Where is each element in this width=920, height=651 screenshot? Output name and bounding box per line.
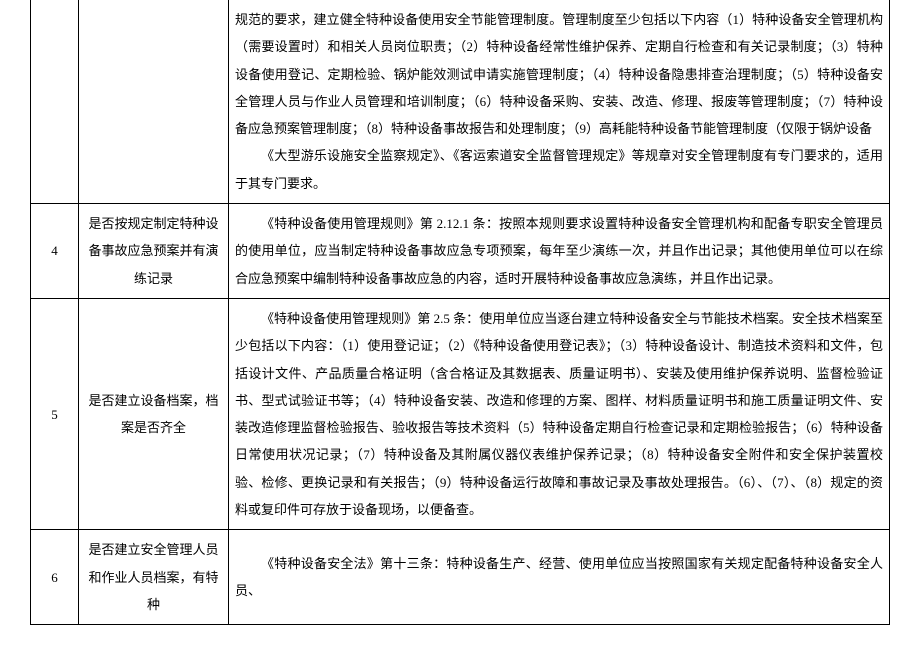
description-paragraph: 《大型游乐设施安全监察规定》、《客运索道安全监督管理规定》等规章对安全管理制度有… [235,142,883,197]
row-label: 是否按规定制定特种设备事故应急预案并有演练记录 [79,204,229,299]
row-label [79,0,229,204]
row-number: 4 [31,204,79,299]
table-row: 规范的要求，建立健全特种设备使用安全节能管理制度。管理制度至少包括以下内容（1）… [31,0,890,204]
row-description: 规范的要求，建立健全特种设备使用安全节能管理制度。管理制度至少包括以下内容（1）… [229,0,890,204]
table-row: 6是否建立安全管理人员和作业人员档案，有特种《特种设备安全法》第十三条：特种设备… [31,530,890,625]
description-paragraph: 《特种设备安全法》第十三条：特种设备生产、经营、使用单位应当按照国家有关规定配备… [235,550,883,605]
table-row: 4是否按规定制定特种设备事故应急预案并有演练记录《特种设备使用管理规则》第 2.… [31,204,890,299]
regulation-table: 规范的要求，建立健全特种设备使用安全节能管理制度。管理制度至少包括以下内容（1）… [30,0,890,625]
row-number: 6 [31,530,79,625]
row-number [31,0,79,204]
row-description: 《特种设备使用管理规则》第 2.12.1 条：按照本规则要求设置特种设备安全管理… [229,204,890,299]
row-number: 5 [31,298,79,529]
row-label: 是否建立安全管理人员和作业人员档案，有特种 [79,530,229,625]
row-label: 是否建立设备档案，档案是否齐全 [79,298,229,529]
description-paragraph: 《特种设备使用管理规则》第 2.5 条：使用单位应当逐台建立特种设备安全与节能技… [235,305,883,523]
row-description: 《特种设备使用管理规则》第 2.5 条：使用单位应当逐台建立特种设备安全与节能技… [229,298,890,529]
description-paragraph: 规范的要求，建立健全特种设备使用安全节能管理制度。管理制度至少包括以下内容（1）… [235,6,883,142]
table-row: 5是否建立设备档案，档案是否齐全《特种设备使用管理规则》第 2.5 条：使用单位… [31,298,890,529]
row-description: 《特种设备安全法》第十三条：特种设备生产、经营、使用单位应当按照国家有关规定配备… [229,530,890,625]
description-paragraph: 《特种设备使用管理规则》第 2.12.1 条：按照本规则要求设置特种设备安全管理… [235,210,883,292]
